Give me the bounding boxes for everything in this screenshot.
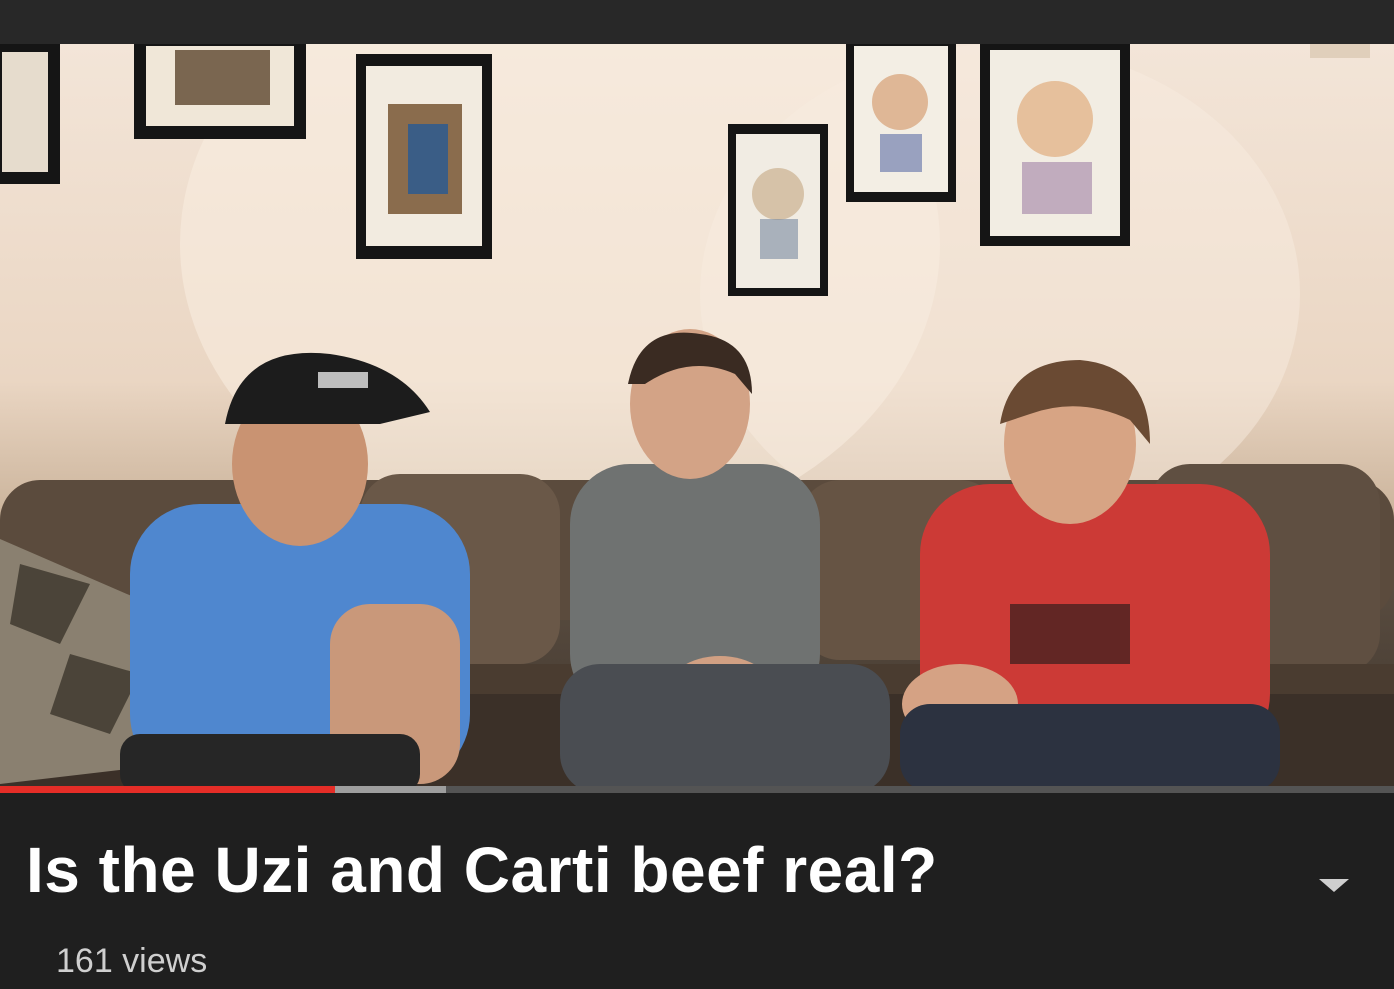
view-count: 161 views [56,942,208,980]
video-info-panel: Is the Uzi and Carti beef real? 161 view… [0,793,1394,989]
chevron-down-icon [1319,878,1349,892]
video-title[interactable]: Is the Uzi and Carti beef real? [26,833,1266,907]
video-player[interactable] [0,44,1394,792]
video-thumbnail [0,44,1394,792]
video-progress-bar[interactable] [0,786,1394,793]
progress-played [0,786,335,793]
expand-description-button[interactable] [1312,869,1356,901]
top-bar [0,0,1394,44]
